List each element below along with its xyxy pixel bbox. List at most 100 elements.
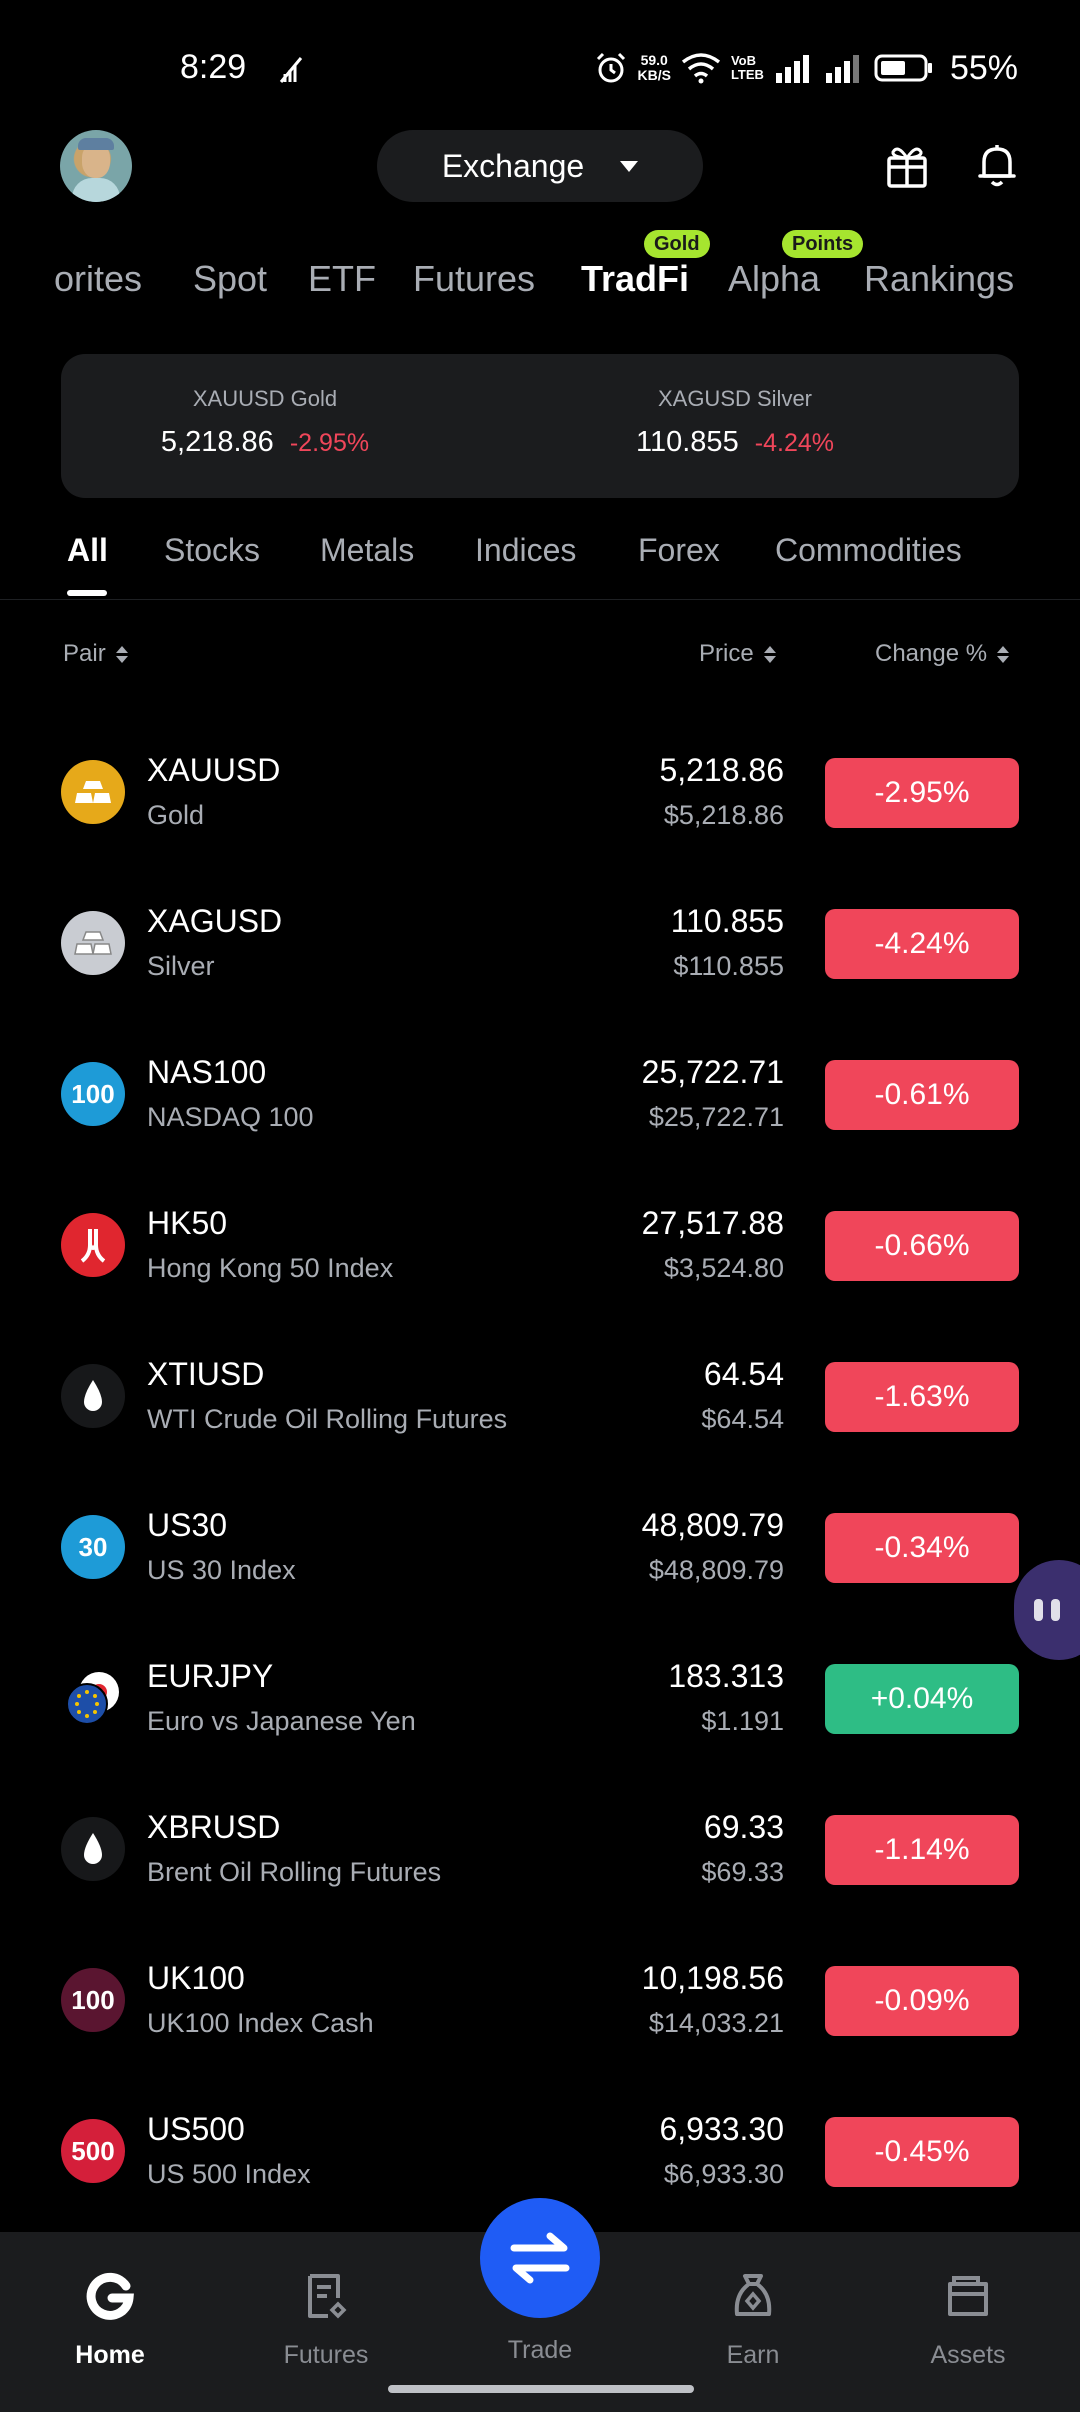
nav-assets[interactable]: Assets (888, 2270, 1048, 2370)
pair-name: Brent Oil Rolling Futures (147, 1857, 442, 1887)
pair-name: UK100 Index Cash (147, 2008, 374, 2038)
usd-price: $14,033.21 (648, 2008, 784, 2038)
market-row[interactable]: 100 UK100 UK100 Index Cash 10,198.56 $14… (0, 1926, 1080, 2077)
status-bar: 8:29 59.0 KB/S VoB LTEB 55% (0, 0, 1080, 130)
nav-label: Futures (283, 2341, 369, 2369)
change-badge[interactable]: +0.04% (825, 1664, 1019, 1734)
subtab-metals[interactable]: Metals (320, 532, 414, 569)
change-badge[interactable]: -0.66% (825, 1211, 1019, 1281)
column-price[interactable]: Price (699, 640, 776, 668)
last-price: 27,517.88 (641, 1205, 784, 1241)
wifi-icon (681, 53, 721, 84)
market-row[interactable]: HK50 Hong Kong 50 Index 27,517.88 $3,524… (0, 1171, 1080, 1322)
earn-bag-icon (734, 2274, 772, 2316)
usd-price: $3,524.80 (663, 1253, 784, 1283)
pair-symbol: US500 (147, 2111, 245, 2147)
tab-favorites[interactable]: orites (54, 258, 142, 300)
ticker-price: 110.855 (636, 426, 739, 458)
avatar-body (72, 178, 120, 202)
oil-drop-icon (61, 1817, 125, 1881)
ticker-change: -4.24% (754, 429, 834, 457)
pair-symbol: UK100 (147, 1960, 245, 1996)
change-badge[interactable]: -0.34% (825, 1513, 1019, 1583)
subtab-forex[interactable]: Forex (638, 532, 720, 569)
sort-icon (763, 645, 776, 663)
tab-alpha[interactable]: Alpha (728, 258, 820, 300)
usd-price: $69.33 (701, 1857, 784, 1887)
pair-symbol: XAGUSD (147, 903, 283, 939)
featured-ticker-card: XAUUSD Gold 5,218.86 -2.95% XAGUSD Silve… (61, 354, 1019, 498)
pair-symbol: US30 (147, 1507, 228, 1543)
nav-label: Trade (507, 2336, 573, 2364)
market-row[interactable]: 30 US30 US 30 Index 48,809.79 $48,809.79… (0, 1473, 1080, 1624)
nav-label: Home (75, 2341, 145, 2369)
change-badge[interactable]: -1.14% (825, 1815, 1019, 1885)
subtab-stocks[interactable]: Stocks (164, 532, 260, 569)
tab-futures[interactable]: Futures (413, 258, 535, 300)
nav-label: Earn (726, 2341, 780, 2369)
status-time: 8:29 (180, 48, 247, 86)
market-row[interactable]: XTIUSD WTI Crude Oil Rolling Futures 64.… (0, 1322, 1080, 1473)
column-pair[interactable]: Pair (63, 640, 128, 668)
last-price: 25,722.71 (641, 1054, 784, 1090)
pair-symbol: XTIUSD (147, 1356, 265, 1392)
pair-name: WTI Crude Oil Rolling Futures (147, 1404, 508, 1434)
usd-price: $48,809.79 (648, 1555, 784, 1585)
column-pair-label: Pair (63, 640, 106, 667)
pair-symbol: EURJPY (147, 1658, 274, 1694)
last-price: 5,218.86 (659, 752, 784, 788)
pair-name: Silver (147, 951, 215, 981)
subtab-commodities[interactable]: Commodities (775, 532, 962, 569)
change-badge[interactable]: -0.09% (825, 1966, 1019, 2036)
nav-earn[interactable]: Earn (673, 2270, 833, 2370)
ticker-name: XAGUSD Silver (657, 386, 813, 411)
asset-class-tabs: All Stocks Metals Indices Forex Commodit… (0, 520, 1080, 600)
tab-tradfi[interactable]: TradFi (581, 258, 689, 300)
pair-symbol: NAS100 (147, 1054, 267, 1090)
market-row[interactable]: XAUUSD Gold 5,218.86 $5,218.86 -2.95% (0, 718, 1080, 869)
trade-button[interactable] (480, 2198, 600, 2318)
volte-indicator: VoB LTEB (730, 53, 764, 82)
nav-label: Assets (930, 2341, 1006, 2369)
bell-icon[interactable] (972, 140, 1022, 190)
market-list: XAUUSD Gold 5,218.86 $5,218.86 -2.95% XA… (0, 718, 1080, 2228)
net-speed: 59.0 KB/S (637, 52, 671, 83)
nav-home[interactable]: Home (30, 2270, 190, 2370)
change-badge[interactable]: -4.24% (825, 909, 1019, 979)
usd-price: $1.191 (701, 1706, 784, 1736)
pair-name: US 30 Index (147, 1555, 296, 1585)
gold-bars-icon (61, 760, 125, 824)
market-row[interactable]: XAGUSD Silver 110.855 $110.855 -4.24% (0, 869, 1080, 1020)
pair-symbol: XBRUSD (147, 1809, 281, 1845)
points-badge: Points (782, 230, 864, 258)
market-row[interactable]: EURJPY Euro vs Japanese Yen 183.313 $1.1… (0, 1624, 1080, 1775)
ticker-silver[interactable]: XAGUSD Silver 110.855 -4.24% (535, 386, 935, 459)
pair-name: US 500 Index (147, 2159, 311, 2189)
cell-signal-2-icon (825, 55, 859, 83)
change-badge[interactable]: -0.45% (825, 2117, 1019, 2187)
column-change[interactable]: Change % (875, 640, 1010, 668)
assistant-eye-icon (1051, 1599, 1060, 1621)
pair-symbol: HK50 (147, 1205, 228, 1241)
tab-rankings[interactable]: Rankings (864, 258, 1014, 300)
subtab-all[interactable]: All (67, 532, 108, 569)
ticker-gold[interactable]: XAUUSD Gold 5,218.86 -2.95% (65, 386, 465, 459)
subtab-indices[interactable]: Indices (475, 532, 576, 569)
profile-avatar[interactable] (60, 130, 132, 202)
wallet-icon (948, 2276, 988, 2316)
change-badge[interactable]: -1.63% (825, 1362, 1019, 1432)
ticker-name: XAUUSD Gold (192, 386, 338, 411)
market-row[interactable]: XBRUSD Brent Oil Rolling Futures 69.33 $… (0, 1775, 1080, 1926)
market-row[interactable]: 100 NAS100 NASDAQ 100 25,722.71 $25,722.… (0, 1020, 1080, 1171)
change-badge[interactable]: -0.61% (825, 1060, 1019, 1130)
system-home-indicator[interactable] (388, 2385, 694, 2393)
usd-price: $25,722.71 (648, 1102, 784, 1132)
change-badge[interactable]: -2.95% (825, 758, 1019, 828)
exchange-selector[interactable]: Exchange (377, 130, 703, 202)
hk50-icon (61, 1213, 125, 1277)
nav-futures[interactable]: Futures (246, 2270, 406, 2370)
tab-etf[interactable]: ETF (308, 258, 376, 300)
tab-spot[interactable]: Spot (193, 258, 267, 300)
avatar-hat (78, 138, 114, 150)
gift-icon[interactable] (882, 140, 932, 190)
